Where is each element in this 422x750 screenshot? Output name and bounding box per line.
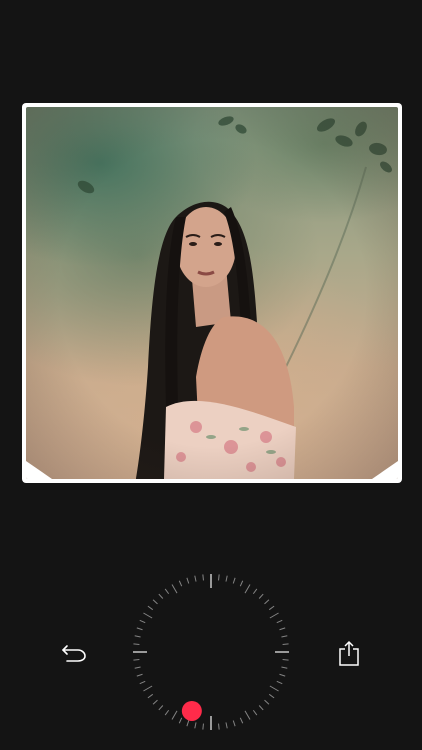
dial-tick bbox=[186, 720, 190, 727]
dial-tick bbox=[279, 673, 286, 677]
share-button[interactable] bbox=[332, 636, 366, 670]
dial-tick bbox=[147, 693, 154, 699]
dial-tick bbox=[143, 612, 153, 619]
dial-tick bbox=[202, 574, 204, 581]
rotation-dial[interactable] bbox=[131, 572, 291, 732]
photo-frame bbox=[22, 103, 402, 483]
dial-tick bbox=[164, 588, 170, 595]
bottom-controls bbox=[0, 560, 422, 750]
photo-image[interactable] bbox=[26, 107, 398, 479]
dial-tick bbox=[281, 635, 288, 638]
dial-tick bbox=[268, 605, 275, 611]
dial-tick bbox=[152, 599, 158, 605]
dial-tick bbox=[282, 643, 289, 645]
dial-tick bbox=[194, 575, 197, 582]
dial-tick bbox=[244, 710, 251, 720]
dial-tick bbox=[276, 619, 283, 624]
dial-tick bbox=[171, 584, 178, 594]
dial-tick bbox=[281, 666, 288, 669]
dial-tick bbox=[164, 709, 170, 716]
dial-tick bbox=[139, 680, 146, 685]
dial-tick bbox=[147, 605, 154, 611]
dial-tick bbox=[264, 699, 270, 705]
dial-tick bbox=[232, 577, 236, 584]
dial-tick bbox=[133, 643, 140, 645]
dial-tick bbox=[232, 720, 236, 727]
undo-arrow-icon bbox=[62, 645, 86, 662]
dial-tick bbox=[252, 588, 258, 595]
dial-tick bbox=[134, 635, 141, 638]
dial-ticks bbox=[133, 574, 289, 730]
dial-tick bbox=[158, 593, 164, 599]
dial-tick bbox=[202, 723, 204, 730]
dial-tick bbox=[143, 685, 153, 692]
dial-tick bbox=[252, 709, 258, 716]
dial-tick bbox=[282, 659, 289, 661]
dial-tick bbox=[194, 722, 197, 729]
dial-tick bbox=[269, 612, 279, 619]
dial-tick bbox=[264, 599, 270, 605]
dial-tick bbox=[136, 627, 143, 631]
dial-tick bbox=[239, 717, 244, 724]
dial-tick bbox=[225, 722, 228, 729]
dial-tick bbox=[258, 705, 264, 711]
dial-tick bbox=[171, 710, 178, 720]
dial-tick bbox=[279, 627, 286, 631]
dial-tick bbox=[158, 705, 164, 711]
undo-button[interactable] bbox=[57, 638, 91, 668]
dial-tick bbox=[139, 619, 146, 624]
share-icon bbox=[339, 640, 359, 666]
dial-tick bbox=[218, 723, 220, 730]
dial-handle[interactable] bbox=[181, 700, 202, 721]
dial-tick bbox=[268, 693, 275, 699]
dial-tick bbox=[269, 685, 279, 692]
dial-tick bbox=[152, 699, 158, 705]
dial-tick bbox=[276, 680, 283, 685]
dial-tick bbox=[258, 593, 264, 599]
photo-vignette bbox=[26, 107, 398, 479]
dial-tick bbox=[133, 659, 140, 661]
dial-tick bbox=[134, 666, 141, 669]
dial-tick bbox=[244, 584, 251, 594]
dial-tick bbox=[178, 717, 183, 724]
dial-tick bbox=[136, 673, 143, 677]
dial-tick bbox=[186, 577, 190, 584]
dial-tick bbox=[239, 580, 244, 587]
dial-tick bbox=[218, 574, 220, 581]
dial-tick bbox=[225, 575, 228, 582]
dial-tick bbox=[178, 580, 183, 587]
